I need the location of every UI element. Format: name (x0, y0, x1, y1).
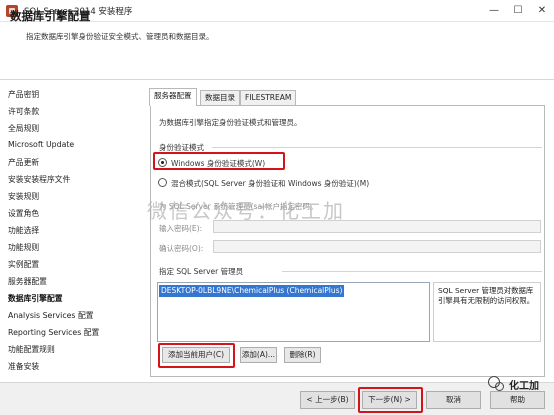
confirm-password-label: 确认密码(O): (159, 244, 204, 253)
sidebar-item-ready-to-install[interactable]: 准备安装 (8, 361, 39, 372)
sidebar-item-feature-rules[interactable]: 功能规则 (8, 242, 39, 253)
mixed-mode-radio[interactable] (158, 178, 167, 187)
confirm-password-field[interactable] (213, 240, 541, 253)
tab-data-directories[interactable]: 数据目录 (200, 90, 240, 105)
list-item[interactable]: DESKTOP-0LBL9NE\ChemicalPlus (ChemicalPl… (159, 285, 345, 297)
watermark-small-text: 化工加 (509, 381, 539, 392)
intro-text: 为数据库引擎指定身份验证模式和管理员。 (159, 118, 302, 127)
watermark-text: 微信公众号：化工加 (147, 199, 345, 223)
sidebar-item-global-rules[interactable]: 全局规则 (8, 123, 39, 134)
auth-mode-divider (212, 147, 542, 148)
admins-divider (282, 271, 542, 272)
sidebar-item-instance-config[interactable]: 实例配置 (8, 259, 39, 270)
sidebar-item-install-setup-files[interactable]: 安装安装程序文件 (8, 174, 70, 185)
page-title: 数据库引擎配置 (10, 9, 91, 23)
add-button[interactable]: 添加(A)... (240, 347, 277, 363)
cancel-button[interactable]: 取消 (426, 391, 481, 409)
tab-filestream[interactable]: FILESTREAM (240, 90, 297, 105)
sidebar-item-product-updates[interactable]: 产品更新 (8, 157, 39, 168)
sidebar-item-analysis-services-config[interactable]: Analysis Services 配置 (8, 310, 94, 321)
sidebar-item-license-terms[interactable]: 许可条款 (8, 106, 39, 117)
sidebar-item-reporting-services-config[interactable]: Reporting Services 配置 (8, 327, 99, 338)
next-button-highlight (358, 387, 423, 413)
admins-description: SQL Server 管理员对数据库引擎具有无限制的访问权限。 (433, 282, 541, 342)
sidebar-item-server-config[interactable]: 服务器配置 (8, 276, 47, 287)
help-button[interactable]: 帮助 (490, 391, 545, 409)
minimize-button[interactable]: — (482, 0, 506, 22)
admins-label: 指定 SQL Server 管理员 (159, 267, 244, 276)
mixed-mode-label[interactable]: 混合模式(SQL Server 身份验证和 Windows 身份验证)(M) (171, 178, 369, 189)
maximize-button[interactable]: ☐ (506, 0, 530, 22)
sidebar-item-database-engine-config[interactable]: 数据库引擎配置 (8, 293, 63, 304)
steps-sidebar: 产品密钥 许可条款 全局规则 Microsoft Update 产品更新 安装安… (0, 81, 143, 381)
sidebar-item-product-key[interactable]: 产品密钥 (8, 89, 39, 100)
admins-list[interactable]: DESKTOP-0LBL9NE\ChemicalPlus (ChemicalPl… (157, 282, 430, 342)
back-button[interactable]: < 上一步(B) (300, 391, 355, 409)
add-current-user-highlight (158, 343, 235, 368)
sidebar-item-setup-role[interactable]: 设置角色 (8, 208, 39, 219)
password-label: 输入密码(E): (159, 224, 203, 233)
windows-auth-highlight (153, 152, 285, 170)
page-subtitle: 指定数据库引擎身份验证安全模式、管理员和数据目录。 (26, 32, 214, 41)
sidebar-item-microsoft-update[interactable]: Microsoft Update (8, 140, 74, 149)
sidebar-item-install-rules[interactable]: 安装规则 (8, 191, 39, 202)
sidebar-item-feature-selection[interactable]: 功能选择 (8, 225, 39, 236)
sidebar-item-feature-config-rules[interactable]: 功能配置规则 (8, 344, 55, 355)
close-button[interactable]: ✕ (530, 0, 554, 22)
remove-button[interactable]: 删除(R) (284, 347, 321, 363)
tab-server-config[interactable]: 服务器配置 (149, 88, 197, 106)
wechat-logo-icon-small (495, 382, 504, 391)
